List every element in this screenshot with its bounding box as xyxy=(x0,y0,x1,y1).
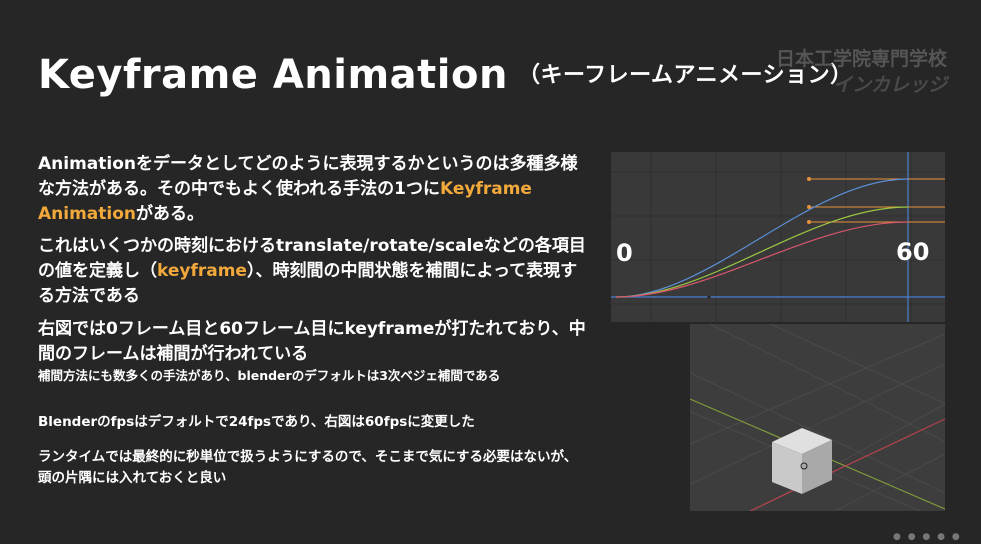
frame-label-start: 0 xyxy=(616,239,633,267)
keyframe-handle xyxy=(807,177,811,181)
cube xyxy=(772,428,832,494)
keyframe-handle xyxy=(807,220,811,224)
paragraph-5: ランタイムでは最終的に秒単位で扱うようにするので、そこまで気にする必要はないが、… xyxy=(38,447,588,489)
graph-editor: 0 60 xyxy=(611,152,945,322)
paragraph-2: これはいくつかの時刻におけるtranslate/rotate/scaleなどの各… xyxy=(38,234,588,309)
keyframe-handle xyxy=(807,205,811,209)
paragraph-3: 右図では0フレーム目と60フレーム目にkeyframeが打たれており、中間のフレ… xyxy=(38,317,588,384)
school-logo: 日本工学院専門学校 インカレッジ xyxy=(772,46,947,98)
p1-text-end: がある。 xyxy=(136,204,205,224)
graph-marker xyxy=(707,295,711,299)
title-main: Keyframe Animation xyxy=(38,52,508,98)
p2-accent: keyframe xyxy=(157,261,247,281)
paragraph-1: Animationをデータとしてどのように表現するかというのは多種多様な方法があ… xyxy=(38,152,588,227)
p3-text: 右図では0フレーム目と60フレーム目にkeyframeが打たれており、中間のフレ… xyxy=(38,319,586,364)
frame-label-end: 60 xyxy=(896,238,930,266)
slide-title: Keyframe Animation （キーフレームアニメーション） xyxy=(38,52,853,98)
curve-blue xyxy=(615,178,909,298)
graph-curves xyxy=(611,152,945,322)
paragraph-4: Blenderのfpsはデフォルトで24fpsであり、右図は60fpsに変更した xyxy=(38,412,588,433)
logo-line1: 日本工学院専門学校 xyxy=(775,48,947,70)
p5-text: ランタイムでは最終的に秒単位で扱うようにするので、そこまで気にする必要はないが、… xyxy=(38,449,578,486)
p4-text: Blenderのfpsはデフォルトで24fpsであり、右図は60fpsに変更した xyxy=(38,414,475,430)
p3-note: 補間方法にも数多くの手法があり、blenderのデフォルトは3次ベジェ補間である xyxy=(38,368,501,383)
3d-viewport xyxy=(690,324,945,511)
logo-line2: インカレッジ xyxy=(832,74,947,96)
viewport-scene xyxy=(690,324,945,511)
curve-green xyxy=(615,206,909,298)
page-indicator-dots: ● ● ● ● ● xyxy=(893,532,962,542)
